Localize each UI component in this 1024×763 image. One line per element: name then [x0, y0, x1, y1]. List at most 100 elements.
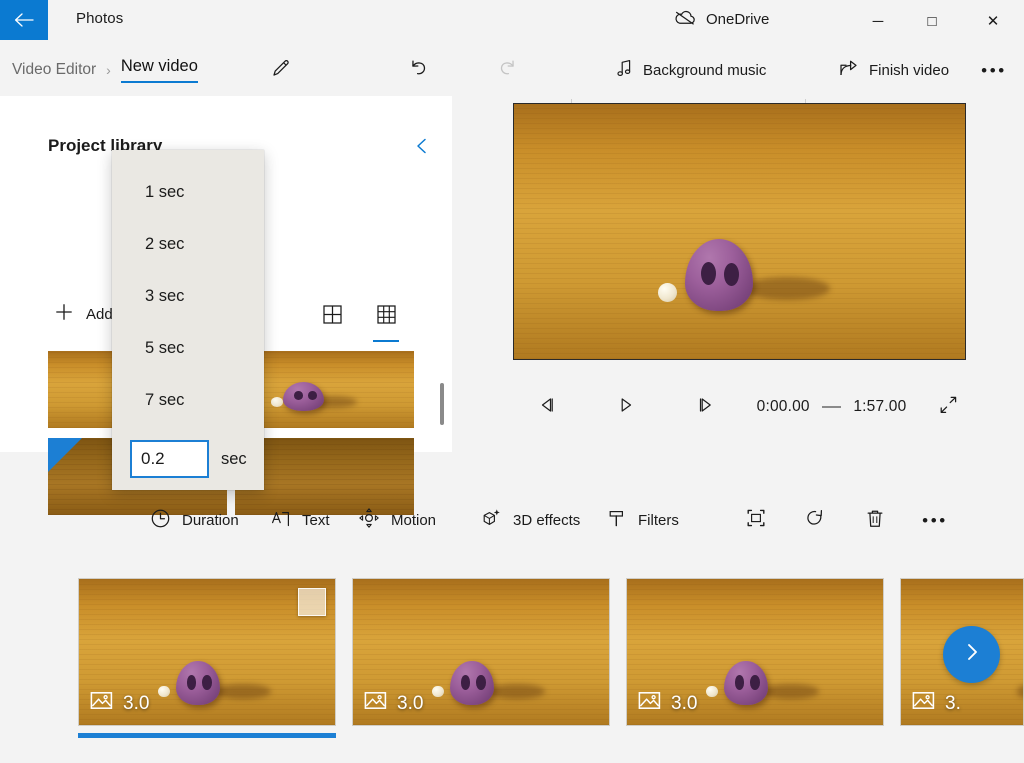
- motion-button[interactable]: Motion: [348, 501, 446, 539]
- filters-label: Filters: [638, 511, 679, 529]
- clock-icon: [150, 508, 171, 533]
- player-controls: 0:00.00 1:57.00: [513, 386, 966, 428]
- breadcrumb-new-video[interactable]: New video: [120, 57, 198, 83]
- duration-option-2sec[interactable]: 2 sec: [112, 218, 264, 270]
- previous-frame-button[interactable]: [529, 389, 565, 425]
- current-time-label: 0:00.00: [756, 398, 810, 415]
- music-note-icon: [615, 58, 633, 82]
- back-button[interactable]: [0, 0, 48, 40]
- library-scrollbar-thumb[interactable]: [440, 383, 444, 425]
- background-music-button[interactable]: Background music: [605, 52, 776, 88]
- play-button[interactable]: [609, 389, 645, 425]
- command-bar: Video Editor › New video Background musi…: [0, 45, 1024, 129]
- crop-icon: [745, 507, 767, 533]
- text-label: Text: [302, 511, 330, 529]
- view-large-thumbnails-button[interactable]: [316, 301, 348, 333]
- duration-option-label: 5 sec: [145, 338, 185, 357]
- collapse-library-button[interactable]: [404, 130, 440, 166]
- title-bar: Photos OneDrive ─ □ ✕: [0, 0, 1024, 45]
- background-music-label: Background music: [643, 61, 767, 79]
- command-more-button[interactable]: •••: [975, 51, 1013, 89]
- redo-button[interactable]: [488, 51, 526, 89]
- rename-project-button[interactable]: [262, 51, 300, 89]
- duration-label: Duration: [182, 511, 239, 529]
- play-icon: [616, 396, 636, 419]
- maximize-button[interactable]: □: [909, 0, 955, 42]
- back-arrow-icon: [13, 12, 35, 28]
- onedrive-label: OneDrive: [706, 11, 770, 28]
- minimize-button[interactable]: ─: [855, 0, 901, 42]
- duration-option-7sec[interactable]: 7 sec: [112, 374, 264, 426]
- storyboard-item-2[interactable]: 3.0: [352, 578, 610, 726]
- rotate-button[interactable]: [796, 501, 836, 539]
- ellipsis-icon: •••: [922, 510, 948, 530]
- duration-option-label: 2 sec: [145, 234, 185, 253]
- chevron-right-icon: [960, 640, 984, 669]
- preview-frame-image: [514, 104, 965, 359]
- duration-option-3sec[interactable]: 3 sec: [112, 270, 264, 322]
- storyboard-item-1[interactable]: 3.0: [78, 578, 336, 738]
- duration-custom-row: sec: [112, 440, 264, 478]
- finish-video-label: Finish video: [869, 61, 950, 79]
- storyboard-next-button[interactable]: [943, 626, 1000, 683]
- undo-button[interactable]: [400, 51, 438, 89]
- chevron-left-icon: [412, 136, 432, 161]
- duration-option-label: 1 sec: [145, 182, 185, 201]
- onedrive-cloud-icon: [673, 9, 697, 30]
- share-export-icon: [838, 58, 859, 82]
- motion-label: Motion: [391, 511, 437, 529]
- plus-icon: [54, 302, 74, 326]
- close-button[interactable]: ✕: [970, 0, 1016, 42]
- duration-option-label: 7 sec: [145, 390, 185, 409]
- filters-button[interactable]: Filters: [596, 501, 689, 539]
- filters-icon: [606, 508, 627, 533]
- crop-button[interactable]: [736, 501, 776, 539]
- total-time-label: 1:57.00: [853, 398, 907, 415]
- minimize-icon: ─: [872, 12, 884, 30]
- video-preview[interactable]: [513, 103, 966, 360]
- duration-option-label: 3 sec: [145, 286, 185, 305]
- finish-video-button[interactable]: Finish video: [828, 52, 959, 88]
- undo-icon: [408, 57, 430, 84]
- storyboard-item-checkbox[interactable]: [298, 588, 326, 616]
- next-frame-button[interactable]: [686, 389, 722, 425]
- storyboard-strip: 3.0 3.0 3.0 3.: [0, 565, 1024, 763]
- motion-icon: [358, 507, 380, 533]
- storyboard-item-3[interactable]: 3.0: [626, 578, 884, 726]
- rotate-icon: [805, 507, 827, 533]
- breadcrumb-video-editor[interactable]: Video Editor: [12, 61, 96, 79]
- fullscreen-button[interactable]: [930, 389, 966, 425]
- text-icon: [270, 508, 291, 533]
- previous-frame-icon: [537, 396, 557, 419]
- delete-button[interactable]: [855, 501, 895, 539]
- storyboard-thumbnail: [626, 578, 884, 726]
- add-media-label: Add: [86, 305, 113, 323]
- app-title: Photos: [76, 10, 124, 27]
- 3d-effects-label: 3D effects: [513, 511, 581, 529]
- thumbnail-selected-indicator: [48, 438, 82, 472]
- grid-3x3-icon: [376, 304, 397, 330]
- toolbar-more-button[interactable]: •••: [915, 501, 955, 539]
- duration-dropdown-menu: 1 sec 2 sec 3 sec 5 sec 7 sec sec: [112, 150, 264, 490]
- redo-icon: [496, 57, 518, 84]
- add-media-button[interactable]: Add: [54, 302, 113, 326]
- trash-icon: [865, 508, 885, 533]
- close-icon: ✕: [986, 13, 1000, 30]
- duration-custom-input[interactable]: [130, 440, 209, 478]
- storyboard-item-selected-underline: [78, 733, 336, 738]
- time-separator: [821, 405, 842, 409]
- duration-option-1sec[interactable]: 1 sec: [112, 166, 264, 218]
- video-editor-window: Photos OneDrive ─ □ ✕ Video Editor › New…: [0, 0, 1024, 763]
- library-view-toggles: [316, 301, 402, 342]
- breadcrumb-separator-icon: ›: [106, 62, 111, 78]
- grid-2x2-icon: [322, 304, 343, 330]
- text-button[interactable]: Text: [260, 501, 340, 539]
- pencil-icon: [270, 57, 292, 84]
- 3d-effects-button[interactable]: 3D effects: [470, 501, 590, 539]
- duration-option-5sec[interactable]: 5 sec: [112, 322, 264, 374]
- duration-button[interactable]: Duration: [140, 501, 249, 539]
- maximize-icon: □: [927, 12, 937, 30]
- onedrive-status[interactable]: OneDrive: [673, 9, 769, 30]
- view-small-thumbnails-button[interactable]: [370, 301, 402, 342]
- 3d-effects-icon: [480, 507, 502, 533]
